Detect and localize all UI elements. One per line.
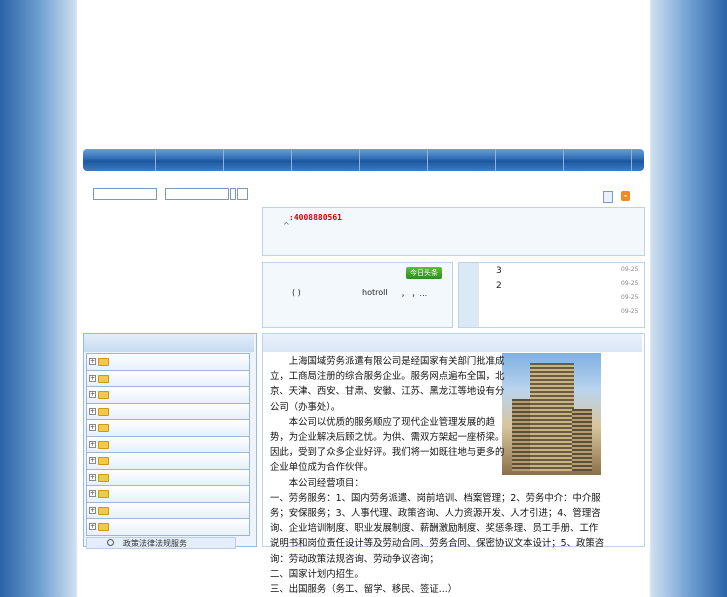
folder-icon	[98, 523, 109, 531]
intro-paragraph: 本公司以优质的服务顺应了现代企业管理发展的趋势，为企业解决后顾之忧。为供、需双方…	[270, 416, 505, 474]
nav-item-8[interactable]	[564, 149, 632, 171]
plus-icon[interactable]: +	[89, 391, 96, 398]
nav-item-1[interactable]	[83, 149, 156, 171]
news-item-date: 09-25	[621, 280, 639, 287]
plus-icon[interactable]: +	[89, 374, 96, 382]
tree-item[interactable]: +	[86, 402, 250, 419]
tree-item[interactable]: +	[86, 369, 250, 386]
nav-item-7[interactable]	[496, 149, 564, 171]
news-item-date: 09-25	[621, 266, 639, 273]
left-sidebar-header	[84, 334, 254, 352]
nav-item-4[interactable]	[292, 149, 360, 171]
company-intro: 上海国域劳务派遣有限公司是经国家有关部门批准成立，工商局注册的综合服务企业。服务…	[270, 354, 606, 597]
law-service-link[interactable]: 政策法律法规服务	[86, 537, 236, 549]
plus-icon[interactable]: +	[89, 407, 96, 415]
tree-item[interactable]: +	[86, 452, 250, 469]
tree-item[interactable]: +	[86, 353, 250, 370]
news-list	[458, 262, 645, 328]
tree-item[interactable]: +	[86, 518, 250, 536]
tree-item[interactable]: +	[86, 485, 250, 502]
plus-icon[interactable]: +	[89, 424, 96, 431]
folder-icon	[98, 490, 109, 498]
news-list-strip	[459, 263, 479, 327]
nav-item-6[interactable]	[428, 149, 496, 171]
headline-text-b[interactable]: hotroll	[362, 288, 388, 297]
folder-icon	[98, 424, 109, 432]
search-input[interactable]	[93, 188, 157, 200]
intro-paragraph: 一、劳务服务：1、国内劳务派遣、岗前培训、档案管理；2、劳务中介：中介服务；安保…	[270, 492, 605, 565]
tree-item[interactable]: +	[86, 468, 250, 485]
nav-item-2[interactable]	[156, 149, 224, 171]
tree-item[interactable]: +	[86, 419, 250, 436]
folder-icon	[98, 440, 109, 449]
folder-icon	[98, 407, 109, 416]
contact-caret: ^	[283, 221, 290, 230]
news-item-num[interactable]: 3	[496, 266, 502, 276]
headline-text-c[interactable]: ， ，...	[401, 288, 427, 299]
tree-item[interactable]: +	[86, 501, 250, 518]
contact-phone: :4008880561	[289, 213, 342, 222]
nav-item-3[interactable]	[224, 149, 292, 171]
contact-box: :4008880561 ^	[262, 207, 645, 256]
folder-icon	[98, 457, 109, 465]
folder-icon	[98, 391, 109, 399]
plus-icon[interactable]: +	[89, 440, 96, 448]
plus-icon[interactable]: +	[89, 358, 96, 365]
intro-paragraph: 上海国域劳务派遣有限公司是经国家有关部门批准成立，工商局注册的综合服务企业。服务…	[270, 356, 505, 413]
headline-text-a[interactable]: ( )	[292, 288, 301, 297]
intro-paragraph: 三、出国服务（务工、留学、移民、签证...）	[270, 584, 458, 596]
category-tree: + + + + + + + + + + +	[86, 353, 250, 536]
intro-paragraph: 二、国家计划内招生。	[270, 568, 364, 580]
folder-icon	[98, 506, 109, 515]
page-icon[interactable]	[603, 191, 613, 203]
plus-icon[interactable]: +	[89, 490, 96, 497]
main-nav-bar	[83, 149, 644, 171]
plus-icon[interactable]: +	[89, 523, 96, 530]
plus-icon[interactable]: +	[89, 457, 96, 464]
law-service-label: 政策法律法规服务	[123, 539, 187, 548]
news-item-date: 09-25	[621, 294, 639, 301]
search-button[interactable]	[237, 188, 248, 200]
search-category-select[interactable]	[165, 188, 229, 200]
folder-icon	[98, 374, 109, 383]
news-item-date: 09-25	[621, 308, 639, 315]
rss-icon[interactable]: ⌁	[621, 191, 630, 201]
news-item-num[interactable]: 2	[496, 281, 502, 291]
plus-icon[interactable]: +	[89, 506, 96, 514]
main-content-header	[263, 334, 642, 352]
folder-icon	[98, 473, 109, 482]
search-option-button[interactable]	[230, 188, 236, 200]
intro-paragraph: 本公司经营项目：	[270, 477, 364, 489]
folder-icon	[98, 358, 109, 366]
plus-icon[interactable]: +	[89, 473, 96, 481]
tree-item[interactable]: +	[86, 435, 250, 452]
nav-item-5[interactable]	[360, 149, 428, 171]
tree-item[interactable]: +	[86, 386, 250, 403]
today-headline-badge: 今日头条	[406, 267, 442, 279]
